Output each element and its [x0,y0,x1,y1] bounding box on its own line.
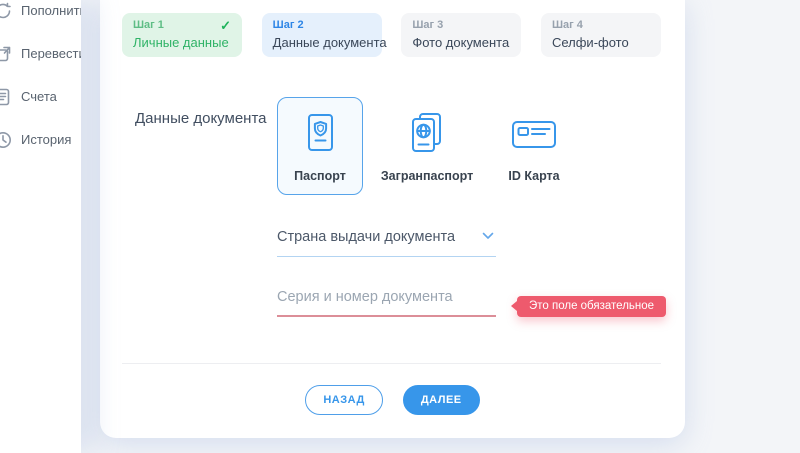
doc-number-field[interactable] [277,288,496,317]
section-title: Данные документа [135,110,267,127]
step-3-document-photo[interactable]: Шаг 3 Фото документа [401,13,521,57]
step-1-personal-data[interactable]: Шаг 1 ✓ Личные данные [122,13,242,57]
doc-type-label: ID Карта [508,169,559,183]
sidebar-item-history[interactable]: История [0,118,81,161]
sidebar-item-label: Пополнить [21,3,81,18]
doc-type-label: Загранпаспорт [381,169,473,183]
step-number: Шаг 3 [412,19,443,32]
error-tooltip-text: Это поле обязательное [529,300,654,312]
transfer-icon [0,44,13,64]
doc-type-selector: Паспорт Загранпаспорт [277,97,577,195]
sidebar-item-topup[interactable]: Пополнить [0,0,81,32]
doc-type-id-card[interactable]: ID Карта [491,97,577,195]
intl-passport-icon [405,98,449,169]
divider [122,363,661,364]
topup-icon [0,1,13,21]
country-select[interactable]: Страна выдачи документа [277,228,496,257]
step-title: Фото документа [412,35,510,50]
steps-bar: Шаг 1 ✓ Личные данные Шаг 2 Данные докум… [122,13,661,57]
step-number: Шаг 4 [552,19,583,32]
next-button[interactable]: ДАЛЕЕ [403,385,480,415]
app-viewport: Пополнить Перевести Сч [0,0,800,453]
passport-icon [299,98,341,169]
doc-type-passport[interactable]: Паспорт [277,97,363,195]
error-tooltip: Это поле обязательное [517,296,666,317]
chevron-down-icon [482,232,494,240]
step-4-selfie-photo[interactable]: Шаг 4 Селфи-фото [541,13,661,57]
step-title: Селфи-фото [552,35,650,50]
back-button[interactable]: НАЗАД [305,385,382,415]
step-title: Личные данные [133,35,231,50]
accounts-icon [0,87,13,107]
step-title: Данные документа [273,35,371,50]
id-card-icon [509,98,559,169]
sidebar-item-label: Перевести [21,46,81,61]
sidebar-item-label: История [21,132,71,147]
sidebar-item-label: Счета [21,89,57,104]
sidebar: Пополнить Перевести Сч [0,0,81,453]
wizard-actions: НАЗАД ДАЛЕЕ [100,385,685,415]
step-number: Шаг 2 [273,19,304,32]
country-select-value: Страна выдачи документа [277,228,455,246]
kyc-wizard-card: Шаг 1 ✓ Личные данные Шаг 2 Данные докум… [100,0,685,438]
step-2-document-data[interactable]: Шаг 2 Данные документа [262,13,382,57]
doc-type-label: Паспорт [294,169,346,183]
sidebar-item-transfer[interactable]: Перевести [0,32,81,75]
doc-number-input[interactable] [277,289,496,305]
sidebar-item-accounts[interactable]: Счета [0,75,81,118]
history-icon [0,130,13,150]
doc-type-intl-passport[interactable]: Загранпаспорт [384,97,470,195]
step-number: Шаг 1 [133,19,164,32]
sidebar-menu: Пополнить Перевести Сч [0,0,81,161]
check-icon: ✓ [220,19,231,32]
